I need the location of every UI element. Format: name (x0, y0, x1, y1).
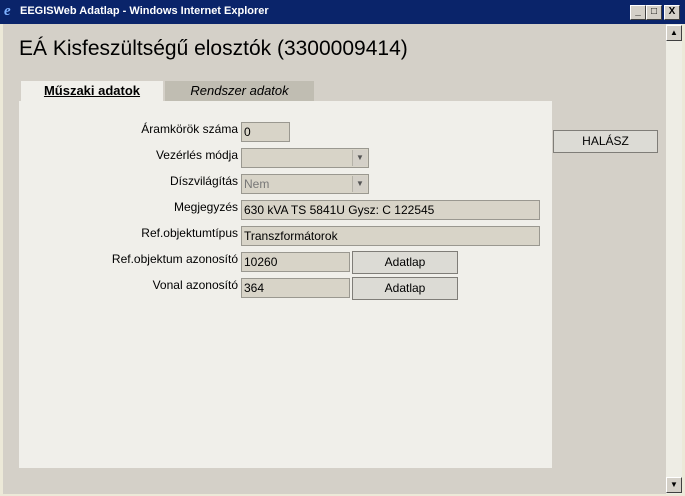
aramkorok-field[interactable]: 0 (241, 122, 290, 142)
refobjtipus-label: Ref.objektumtípus (141, 226, 238, 240)
chevron-down-icon[interactable]: ▼ (352, 176, 367, 192)
vezerles-select[interactable]: ▼ (241, 148, 369, 168)
megjegyzes-label: Megjegyzés (173, 200, 238, 214)
vonalazon-label: Vonal azonosító (152, 278, 238, 292)
halasz-button[interactable]: HALÁSZ (553, 130, 658, 153)
maximize-button[interactable]: □ (646, 5, 662, 20)
ie-icon: e (4, 3, 11, 19)
scroll-down-button[interactable]: ▼ (666, 477, 682, 493)
vonal-adatlap-button[interactable]: Adatlap (352, 277, 458, 300)
refobjazon-label: Ref.objektum azonosító (111, 252, 238, 266)
tab-rendszer-adatok[interactable]: Rendszer adatok (165, 81, 314, 101)
scroll-up-button[interactable]: ▲ (666, 25, 682, 41)
minimize-button[interactable]: _ (630, 5, 646, 20)
megjegyzes-field[interactable]: 630 kVA TS 5841U Gysz: C 122545 (241, 200, 540, 220)
diszvilagitas-value: Nem (244, 177, 270, 191)
page-title: EÁ Kisfeszültségű elosztók (3300009414) (19, 37, 408, 60)
vertical-scrollbar[interactable]: ▲ ▼ (666, 24, 682, 494)
window-title: EEGISWeb Adatlap - Windows Internet Expl… (20, 5, 269, 17)
diszvilagitas-label: Díszvilágítás (169, 174, 238, 188)
vonalazon-field[interactable]: 364 (241, 278, 350, 298)
aramkorok-label: Áramkörök száma (141, 122, 238, 136)
refobjazon-field[interactable]: 10260 (241, 252, 350, 272)
diszvilagitas-select[interactable]: Nem ▼ (241, 174, 369, 194)
tab-muszaki-adatok[interactable]: Műszaki adatok (21, 81, 163, 101)
refobj-adatlap-button[interactable]: Adatlap (352, 251, 458, 274)
chevron-down-icon[interactable]: ▼ (352, 150, 367, 166)
title-bar: e EEGISWeb Adatlap - Windows Internet Ex… (0, 0, 685, 24)
close-button[interactable]: X (664, 5, 680, 20)
vezerles-label: Vezérlés módja (155, 148, 238, 162)
refobjtipus-field[interactable]: Transzformátorok (241, 226, 540, 246)
